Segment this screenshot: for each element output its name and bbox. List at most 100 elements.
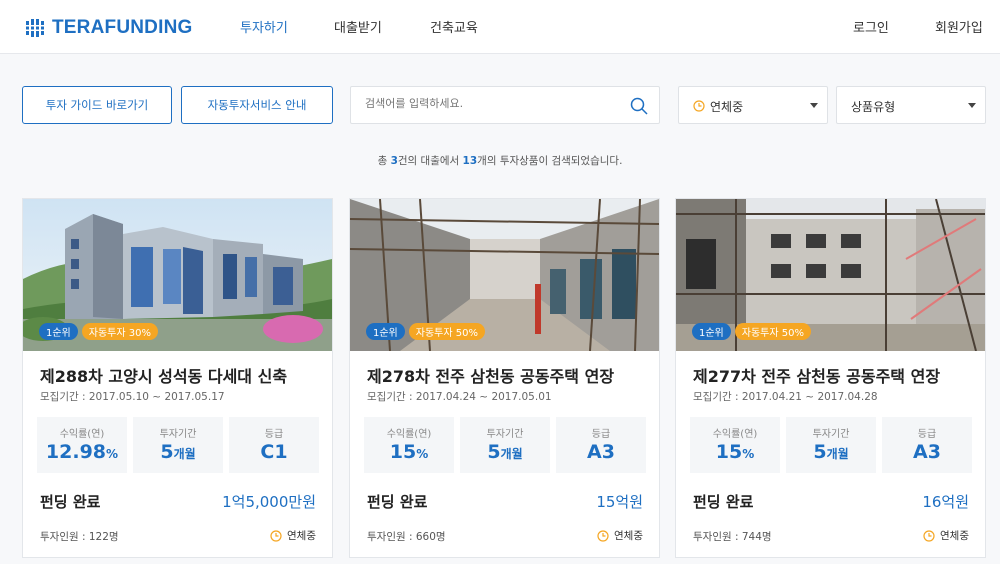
stat-label: 투자기간: [159, 429, 197, 440]
grade-value: C1: [260, 441, 288, 463]
stat-label: 수익률(연): [59, 429, 105, 440]
stat-value: 15%: [690, 441, 780, 463]
card-status: 연체중: [923, 528, 969, 543]
investor-count: 투자인원 : 122명: [40, 531, 119, 543]
product-card[interactable]: 1순위 자동투자 30% 제288차 고양시 성석동 다세대 신축 모집기간 :…: [22, 198, 333, 558]
stat-label: 수익률(연): [386, 429, 432, 440]
term-unit: 개월: [173, 447, 196, 461]
nav-loan[interactable]: 대출받기: [334, 17, 382, 36]
nav-education[interactable]: 건축교육: [430, 17, 478, 36]
grade-value: A3: [913, 441, 941, 463]
stat-label: 등급: [264, 429, 284, 440]
stat-grade: 등급 A3: [556, 417, 646, 473]
term-value: 5: [160, 441, 174, 463]
product-card[interactable]: 1순위 자동투자 50% 제278차 전주 삼천동 공동주택 연장 모집기간 :…: [349, 198, 660, 558]
result-prefix: 총: [377, 155, 391, 167]
auto-invest-guide-button[interactable]: 자동투자서비스 안내: [181, 86, 333, 124]
stat-label: 투자기간: [812, 429, 850, 440]
top-header: TERAFUNDING 투자하기 대출받기 건축교육 로그인 회원가입: [0, 0, 1000, 54]
auto-invest-badge: 자동투자 50%: [408, 323, 485, 340]
result-middle: 건의 대출에서: [397, 155, 463, 167]
auto-invest-badge: 자동투자 30%: [81, 323, 158, 340]
card-title[interactable]: 제288차 고양시 성석동 다세대 신축: [40, 363, 320, 387]
status-select-value: 연체중: [710, 100, 744, 114]
funding-status: 펀딩 완료: [367, 493, 428, 511]
stats-row: 수익률(연) 15% 투자기간 5개월 등급 A3: [364, 417, 646, 473]
term-value: 5: [487, 441, 501, 463]
recruit-period: 모집기간 : 2017.04.24 ~ 2017.05.01: [367, 391, 552, 403]
result-product-count: 13: [462, 155, 478, 167]
search-box: [350, 86, 660, 124]
stat-yield: 수익률(연) 15%: [690, 417, 780, 473]
funding-amount: 15억원: [596, 493, 643, 511]
funding-status: 펀딩 완료: [693, 493, 754, 511]
badge-group: 1순위 자동투자 50%: [366, 323, 485, 340]
clock-icon: [270, 529, 282, 542]
stat-label: 등급: [591, 429, 611, 440]
investment-guide-button[interactable]: 투자 가이드 바로가기: [22, 86, 172, 124]
recruit-period: 모집기간 : 2017.05.10 ~ 2017.05.17: [40, 391, 225, 403]
nav-invest[interactable]: 투자하기: [240, 17, 288, 36]
stat-term: 투자기간 5개월: [133, 417, 223, 473]
card-status-label: 연체중: [287, 530, 316, 542]
funding-amount: 1억5,000만원: [222, 493, 316, 511]
grade-value: A3: [587, 441, 615, 463]
search-input[interactable]: [365, 97, 625, 110]
chevron-down-icon: [968, 103, 976, 108]
card-status-label: 연체중: [940, 530, 969, 542]
stat-grade: 등급 C1: [229, 417, 319, 473]
stat-value: 15%: [364, 441, 454, 463]
search-result-summary: 총 3건의 대출에서 13개의 투자상품이 검색되었습니다.: [0, 153, 1000, 168]
term-unit: 개월: [500, 447, 523, 461]
stat-value: 5개월: [786, 441, 876, 463]
term-value: 5: [813, 441, 827, 463]
logo[interactable]: TERAFUNDING: [26, 17, 192, 39]
stat-label: 등급: [917, 429, 937, 440]
badge-group: 1순위 자동투자 30%: [39, 323, 158, 340]
yield-unit: %: [416, 447, 429, 461]
stat-grade: 등급 A3: [882, 417, 972, 473]
stat-term: 투자기간 5개월: [786, 417, 876, 473]
result-suffix: 개의 투자상품이 검색되었습니다.: [477, 155, 623, 167]
chevron-down-icon: [810, 103, 818, 108]
card-status: 연체중: [270, 528, 316, 543]
yield-value: 15: [389, 441, 417, 463]
funding-status: 펀딩 완료: [40, 493, 101, 511]
rank-badge: 1순위: [39, 323, 78, 340]
stats-row: 수익률(연) 15% 투자기간 5개월 등급 A3: [690, 417, 972, 473]
stat-term: 투자기간 5개월: [460, 417, 550, 473]
clock-icon: [923, 529, 935, 542]
stat-yield: 수익률(연) 15%: [364, 417, 454, 473]
stat-label: 투자기간: [486, 429, 524, 440]
yield-unit: %: [742, 447, 755, 461]
signup-link[interactable]: 회원가입: [935, 17, 983, 36]
auto-invest-badge: 자동투자 50%: [734, 323, 811, 340]
stat-value: 12.98%: [37, 441, 127, 463]
product-type-select[interactable]: 상품유형: [836, 86, 986, 124]
product-card[interactable]: 1순위 자동투자 50% 제277차 전주 삼천동 공동주택 연장 모집기간 :…: [675, 198, 986, 558]
rank-badge: 1순위: [692, 323, 731, 340]
search-icon[interactable]: [629, 96, 649, 116]
status-select[interactable]: 연체중: [678, 86, 828, 124]
clock-icon: [597, 529, 609, 542]
rank-badge: 1순위: [366, 323, 405, 340]
stat-yield: 수익률(연) 12.98%: [37, 417, 127, 473]
card-status-label: 연체중: [614, 530, 643, 542]
yield-value: 15: [715, 441, 743, 463]
stat-value: 5개월: [460, 441, 550, 463]
term-unit: 개월: [826, 447, 849, 461]
investor-count: 투자인원 : 744명: [693, 531, 772, 543]
card-status: 연체중: [597, 528, 643, 543]
funding-amount: 16억원: [922, 493, 969, 511]
login-link[interactable]: 로그인: [853, 17, 889, 36]
yield-unit: %: [106, 447, 119, 461]
investor-count: 투자인원 : 660명: [367, 531, 446, 543]
logo-text: TERAFUNDING: [52, 17, 193, 38]
yield-value: 12.98: [45, 441, 107, 463]
card-title[interactable]: 제277차 전주 삼천동 공동주택 연장: [693, 363, 973, 387]
product-type-select-value: 상품유형: [851, 100, 896, 114]
result-loan-count: 3: [390, 155, 398, 167]
stat-value: 5개월: [133, 441, 223, 463]
card-title[interactable]: 제278차 전주 삼천동 공동주택 연장: [367, 363, 647, 387]
logo-grid-icon: [26, 19, 44, 37]
